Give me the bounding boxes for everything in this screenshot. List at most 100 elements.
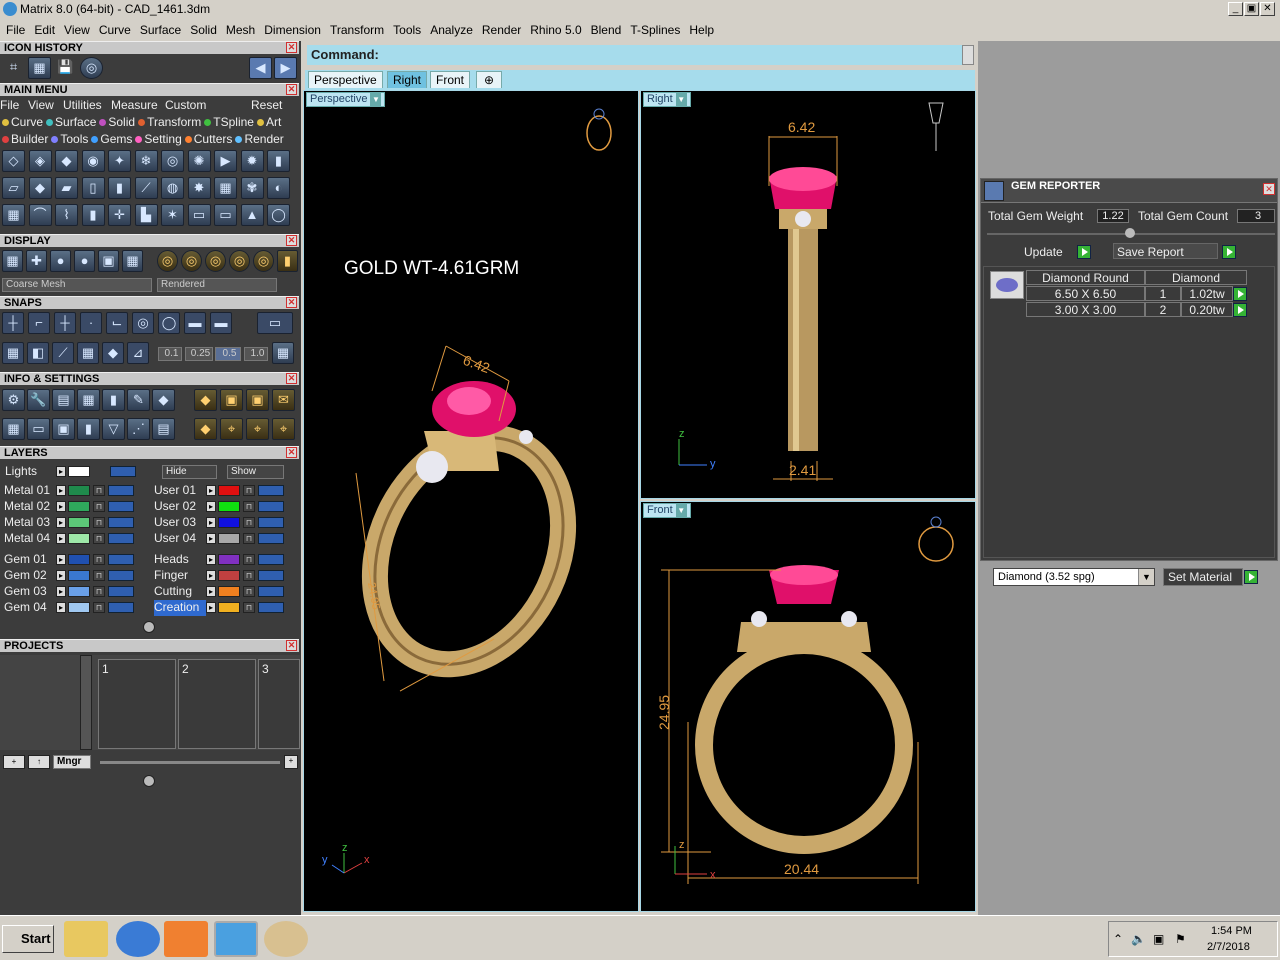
tool-icon-20[interactable]: ▦: [214, 177, 237, 199]
right-viewport[interactable]: Right ▼ 6.42 2.41 z y: [640, 90, 976, 499]
layer-user-04[interactable]: User 04: [154, 531, 206, 547]
layer-visibility-bar[interactable]: [258, 517, 284, 528]
expand-arrow-icon[interactable]: ▸: [56, 533, 66, 544]
command-bar[interactable]: Command:: [307, 45, 962, 65]
tool-icon-8[interactable]: ✺: [187, 150, 211, 172]
lock-icon[interactable]: ⊓: [93, 554, 105, 565]
expand-arrow-icon[interactable]: ▸: [56, 554, 66, 565]
snap-value-0[interactable]: 0.1: [158, 347, 182, 361]
snap-value-1[interactable]: 0.25: [185, 347, 213, 361]
mm-measure[interactable]: Measure: [111, 98, 158, 112]
command-scroll[interactable]: [962, 45, 974, 65]
layer-color-swatch[interactable]: [68, 533, 90, 544]
layer-color-swatch[interactable]: [68, 570, 90, 581]
category-transform[interactable]: Transform: [138, 115, 201, 129]
layer-visibility-bar[interactable]: [108, 533, 134, 544]
layer-color-swatch[interactable]: [68, 517, 90, 528]
display-mode-icon-4[interactable]: ●: [74, 250, 95, 272]
close-icon[interactable]: ✕: [286, 640, 297, 651]
layer-metal-01[interactable]: Metal 01: [4, 483, 56, 499]
tool-icon-26[interactable]: ▮: [81, 204, 105, 226]
category-render[interactable]: Render: [235, 132, 284, 146]
history-icon-4[interactable]: ◎: [80, 57, 103, 79]
collapse-icon[interactable]: [143, 775, 155, 787]
layer-color-swatch[interactable]: [218, 602, 240, 613]
category-setting[interactable]: Setting: [135, 132, 182, 146]
tool-icon-21[interactable]: ✾: [240, 177, 264, 199]
clock-time[interactable]: 1:54 PM: [1211, 925, 1252, 937]
info-setting-icon-2[interactable]: ▣: [220, 389, 243, 411]
menu-rhino[interactable]: Rhino 5.0: [530, 23, 581, 37]
tray-arrow-icon[interactable]: ⌃: [1113, 932, 1123, 946]
snap-option-icon-1[interactable]: ▦: [2, 342, 24, 364]
display-mode-icon-3[interactable]: ●: [50, 250, 71, 272]
layer-gem-04[interactable]: Gem 04: [4, 600, 56, 616]
lock-icon[interactable]: ⊓: [243, 533, 255, 544]
show-button[interactable]: Show: [227, 465, 284, 479]
category-surface[interactable]: Surface: [46, 115, 96, 129]
expand-arrow-icon[interactable]: ▸: [206, 517, 216, 528]
info-tool2-icon-1[interactable]: ▦: [2, 418, 25, 440]
lock-icon[interactable]: ⊓: [243, 517, 255, 528]
menu-view[interactable]: View: [64, 23, 90, 37]
expand-arrow-icon[interactable]: ▸: [206, 533, 216, 544]
layer-user-03[interactable]: User 03: [154, 515, 206, 531]
category-tools[interactable]: Tools: [51, 132, 88, 146]
snap-value-3[interactable]: 1.0: [244, 347, 268, 361]
layer-color-swatch[interactable]: [68, 485, 90, 496]
layer-visibility-bar[interactable]: [258, 602, 284, 613]
menu-curve[interactable]: Curve: [99, 23, 131, 37]
snap-option-icon-4[interactable]: ▦: [77, 342, 99, 364]
display-mode-icon-11[interactable]: ◎: [253, 250, 274, 272]
layer-finger[interactable]: Finger: [154, 568, 206, 584]
collapse-icon[interactable]: [143, 621, 155, 633]
snap-value-2[interactable]: 0.5: [215, 347, 241, 361]
layer-user-02[interactable]: User 02: [154, 499, 206, 515]
mm-custom[interactable]: Custom: [165, 98, 206, 112]
tool-icon-28[interactable]: ▙: [134, 204, 158, 226]
snap-icon-6[interactable]: ◎: [132, 312, 154, 334]
display-mode-icon-2[interactable]: ✚: [26, 250, 47, 272]
expand-arrow-icon[interactable]: ▸: [56, 586, 66, 597]
info-tool2-icon-3[interactable]: ▣: [52, 418, 75, 440]
expand-arrow-icon[interactable]: ▸: [206, 586, 216, 597]
tool-icon-3[interactable]: ◆: [55, 150, 78, 172]
category-solid[interactable]: Solid: [99, 115, 135, 129]
lights-bar[interactable]: [110, 466, 136, 477]
lock-icon[interactable]: ⊓: [243, 501, 255, 512]
info-setting-icon-4[interactable]: ✉: [272, 389, 295, 411]
snap-icon-3[interactable]: ┼: [54, 312, 76, 334]
info-tool-icon-5[interactable]: ▮: [102, 389, 125, 411]
tool-icon-13[interactable]: ◆: [28, 177, 52, 199]
menu-dimension[interactable]: Dimension: [264, 23, 321, 37]
info-tool-icon-1[interactable]: ⚙: [2, 389, 25, 411]
snap-icon-10[interactable]: ▭: [257, 312, 293, 334]
add-project-button[interactable]: +: [3, 755, 25, 769]
layer-visibility-bar[interactable]: [108, 554, 134, 565]
tab-front[interactable]: Front: [430, 71, 471, 88]
tool-icon-29[interactable]: ✶: [161, 204, 184, 226]
lock-icon[interactable]: ⊓: [243, 554, 255, 565]
category-builder[interactable]: Builder: [2, 132, 48, 146]
tool-icon-6[interactable]: ❄: [134, 150, 158, 172]
save-icon[interactable]: 💾: [54, 57, 77, 79]
layer-visibility-bar[interactable]: [258, 501, 284, 512]
info-tool-icon-6[interactable]: ✎: [127, 389, 150, 411]
lock-icon[interactable]: ⊓: [93, 586, 105, 597]
layer-gem-03[interactable]: Gem 03: [4, 584, 56, 600]
mm-view[interactable]: View: [28, 98, 54, 112]
display-mode-icon-8[interactable]: ◎: [181, 250, 202, 272]
layer-gem-02[interactable]: Gem 02: [4, 568, 56, 584]
info-tool2-icon-7[interactable]: ▤: [152, 418, 175, 440]
snap-icon-8[interactable]: ▬: [184, 312, 206, 334]
layer-visibility-bar[interactable]: [108, 501, 134, 512]
speaker-icon[interactable]: 🔈: [1131, 932, 1146, 946]
project-slot-1[interactable]: 1: [98, 659, 176, 749]
tool-icon-33[interactable]: ◯: [267, 204, 290, 226]
expand-arrow-icon[interactable]: ▸: [206, 501, 216, 512]
display-mode-icon-12[interactable]: ▮: [277, 250, 298, 272]
render-select[interactable]: Rendered: [157, 278, 277, 292]
history-icon-2[interactable]: ▦: [28, 57, 51, 79]
projects-scrollbar[interactable]: [80, 655, 92, 750]
layer-visibility-bar[interactable]: [258, 533, 284, 544]
